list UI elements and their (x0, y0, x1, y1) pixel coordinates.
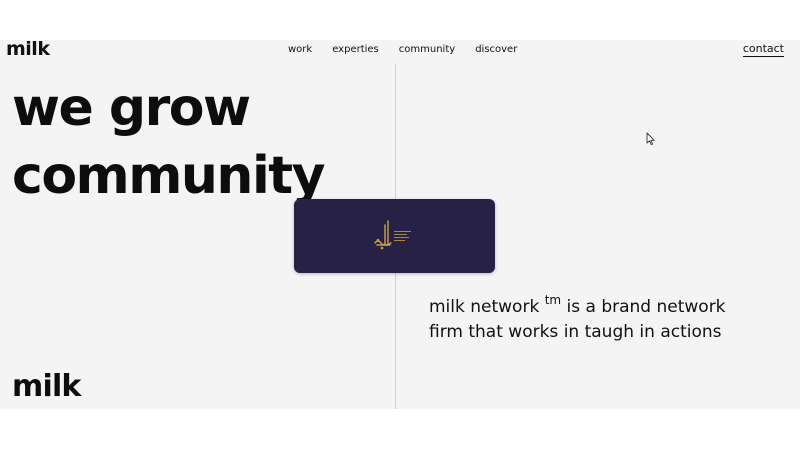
trademark-superscript: tm (544, 293, 562, 307)
nav-item-work[interactable]: work (288, 43, 312, 57)
page-frame: milk work experties community discover c… (0, 40, 800, 409)
brand-logo[interactable]: milk (6, 40, 50, 60)
headline-line-1: we grow (12, 78, 251, 138)
footer-logo: milk (12, 369, 81, 404)
calligraphy-logo-icon (374, 220, 411, 250)
nav-item-community[interactable]: community (399, 43, 455, 57)
contact-link[interactable]: contact (742, 41, 784, 57)
headline-line-2: community (12, 146, 326, 206)
tagline-text: milk network tm is a brand network firm … (429, 293, 729, 345)
nav-item-discover[interactable]: discover (475, 43, 517, 57)
nav-item-experties[interactable]: experties (332, 43, 379, 57)
project-card[interactable] (294, 199, 495, 273)
tagline-before: milk network (429, 297, 545, 317)
main-nav: work experties community discover (288, 43, 537, 57)
hero-headline: we grow community (12, 74, 326, 210)
mouse-cursor-icon (646, 132, 655, 146)
